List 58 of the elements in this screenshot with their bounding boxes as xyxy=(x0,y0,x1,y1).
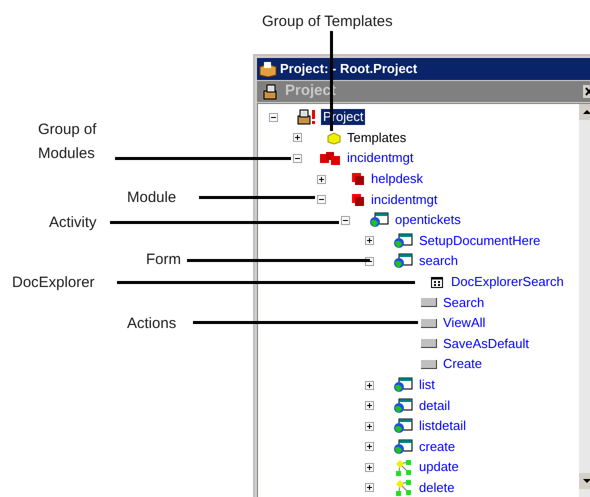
tree-item[interactable]: Search xyxy=(441,294,486,311)
cube-icon xyxy=(327,130,341,145)
globe-window-icon xyxy=(393,438,413,455)
expand-icon[interactable] xyxy=(365,442,374,452)
tree-item[interactable]: DocExplorerSearch xyxy=(449,274,566,290)
grid-window-icon xyxy=(431,276,443,288)
expand-icon[interactable] xyxy=(293,133,302,142)
globe-window-icon xyxy=(393,253,413,270)
expand-icon[interactable] xyxy=(365,401,374,410)
expand-icon[interactable] xyxy=(317,174,326,184)
expand-icon[interactable] xyxy=(365,462,374,472)
tree-item[interactable]: SaveAsDefault xyxy=(441,336,531,352)
tree-item[interactable]: search xyxy=(417,253,460,270)
tree-item[interactable]: create xyxy=(417,438,458,455)
box-icon xyxy=(259,61,277,77)
cube-icon xyxy=(351,192,365,207)
expand-icon[interactable] xyxy=(365,380,374,390)
tree-item[interactable]: delete xyxy=(417,480,456,496)
expand-icon[interactable] xyxy=(365,483,374,492)
button-bar-icon xyxy=(421,298,437,308)
tree-item[interactable]: helpdesk xyxy=(369,171,426,188)
collapse-icon[interactable] xyxy=(341,216,350,225)
collapse-icon[interactable] xyxy=(293,154,302,163)
globe-window-icon xyxy=(393,377,413,394)
expand-icon[interactable] xyxy=(365,236,374,246)
callout-label: Group of Modules xyxy=(38,120,98,164)
globe-window-icon xyxy=(369,212,389,228)
collapse-icon[interactable] xyxy=(269,112,278,122)
callout-label: Activity xyxy=(49,213,97,233)
globe-window-icon xyxy=(393,232,413,249)
tree-item[interactable]: update xyxy=(417,459,461,476)
flow-diagram-icon xyxy=(395,479,413,496)
tree-item[interactable]: incidentmgt xyxy=(345,150,416,166)
callout-label: DocExplorer xyxy=(12,273,95,293)
tree-item[interactable]: Create xyxy=(441,356,484,372)
tree-item[interactable]: Templates xyxy=(345,130,408,146)
button-bar-icon xyxy=(421,339,437,348)
tree-item[interactable]: SetupDocumentHere xyxy=(417,232,542,249)
callout-label: Group of Templates xyxy=(262,12,393,32)
collapse-icon[interactable] xyxy=(317,195,326,204)
expand-icon[interactable] xyxy=(365,422,374,431)
tree-item[interactable]: list xyxy=(417,377,437,394)
callout-label: Actions xyxy=(127,314,176,334)
tree-item[interactable]: opentickets xyxy=(393,212,463,228)
cubes-icon xyxy=(319,150,341,166)
button-bar-icon xyxy=(421,318,437,328)
button-bar-icon xyxy=(421,360,437,369)
tree-item[interactable]: ViewAll xyxy=(441,315,488,332)
globe-window-icon xyxy=(393,398,413,414)
cube-icon xyxy=(351,172,365,186)
tree-item[interactable]: incidentmgt xyxy=(369,192,440,208)
globe-window-icon xyxy=(393,418,413,434)
computer-box-icon xyxy=(297,109,317,126)
tree-item[interactable]: listdetail xyxy=(417,418,468,434)
callout-label: Form xyxy=(146,250,181,270)
callout-label: Module xyxy=(127,188,176,208)
tree-item[interactable]: detail xyxy=(417,398,452,414)
flow-diagram-icon xyxy=(395,458,413,476)
